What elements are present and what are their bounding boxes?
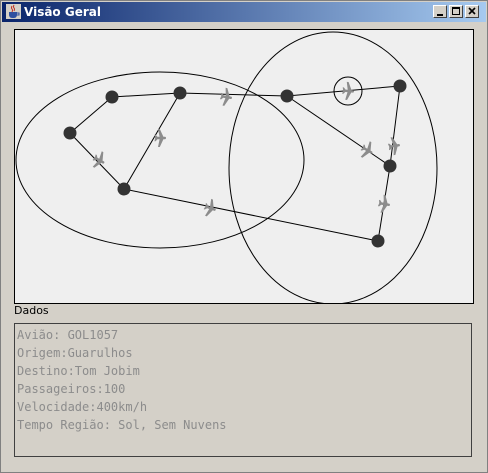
- java-cup-icon: [6, 4, 21, 19]
- detail-line: Passageiros:100: [17, 382, 126, 396]
- airplane-icon[interactable]: [218, 87, 234, 107]
- airplane-icon[interactable]: [386, 136, 402, 156]
- airplane-icon[interactable]: [376, 194, 392, 214]
- region-ellipse-left: [15, 71, 305, 249]
- detail-line: Destino:Tom Jobim: [17, 364, 140, 378]
- details-label: Dados: [14, 304, 49, 317]
- detail-line: Tempo Região: Sol, Sem Nuvens: [17, 418, 227, 432]
- maximize-button[interactable]: [449, 5, 463, 18]
- detail-line: Avião: GOL1057: [17, 328, 119, 342]
- window-title: Visão Geral: [24, 5, 101, 19]
- node-3: [63, 126, 77, 140]
- detail-line: Velocidade:400km/h: [17, 400, 148, 414]
- title-bar[interactable]: Visão Geral: [2, 2, 486, 22]
- minimize-button[interactable]: [433, 5, 447, 18]
- route-map[interactable]: [15, 30, 473, 305]
- selected-airplane-icon[interactable]: [341, 81, 355, 101]
- route-nodes: [63, 79, 407, 248]
- details-panel: Avião: GOL1057 Origem:Guarulhos Destino:…: [14, 323, 472, 457]
- node-4: [117, 182, 131, 196]
- node-6: [393, 79, 407, 93]
- maximize-icon: [452, 7, 460, 15]
- detail-line: Origem:Guarulhos: [17, 346, 133, 360]
- node-5: [280, 89, 294, 103]
- main-window: Visão Geral Dados Avião: GOL1057 Origem:…: [0, 0, 488, 473]
- minimize-icon: [437, 14, 443, 16]
- node-2: [173, 86, 187, 100]
- close-button[interactable]: [465, 5, 479, 18]
- airplane-icon[interactable]: [154, 129, 166, 147]
- node-8: [371, 234, 385, 248]
- map-canvas[interactable]: [14, 29, 474, 305]
- node-7: [383, 159, 397, 173]
- node-1: [105, 90, 119, 104]
- airplane-icon[interactable]: [89, 149, 109, 171]
- close-icon: [468, 7, 476, 15]
- route-lines: [69, 85, 401, 242]
- region-ellipse-right: [228, 31, 438, 305]
- airplane-icon[interactable]: [357, 139, 377, 161]
